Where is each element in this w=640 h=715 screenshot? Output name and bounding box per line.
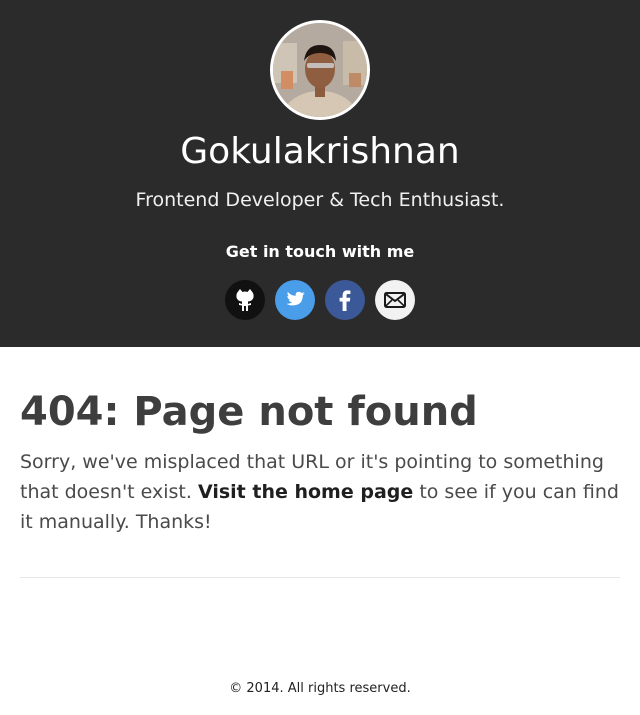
avatar[interactable] xyxy=(270,20,370,120)
avatar-photo xyxy=(273,23,367,117)
twitter-icon xyxy=(275,280,315,320)
site-header: Gokulakrishnan Frontend Developer & Tech… xyxy=(0,0,640,347)
github-link[interactable] xyxy=(225,280,265,320)
facebook-icon xyxy=(325,280,365,320)
email-icon xyxy=(375,280,415,320)
profile-tagline: Frontend Developer & Tech Enthusiast. xyxy=(135,189,505,211)
page-title: 404: Page not found xyxy=(20,389,478,435)
profile-name: Gokulakrishnan xyxy=(180,131,460,172)
error-message: Sorry, we've misplaced that URL or it's … xyxy=(20,447,620,537)
facebook-link[interactable] xyxy=(325,280,365,320)
divider xyxy=(20,577,620,578)
home-page-link[interactable]: Visit the home page xyxy=(198,481,413,503)
github-icon xyxy=(225,280,265,320)
twitter-link[interactable] xyxy=(275,280,315,320)
footer-copyright: © 2014. All rights reserved. xyxy=(229,681,411,696)
social-links xyxy=(225,280,415,320)
contact-heading: Get in touch with me xyxy=(225,242,415,261)
email-link[interactable] xyxy=(375,280,415,320)
